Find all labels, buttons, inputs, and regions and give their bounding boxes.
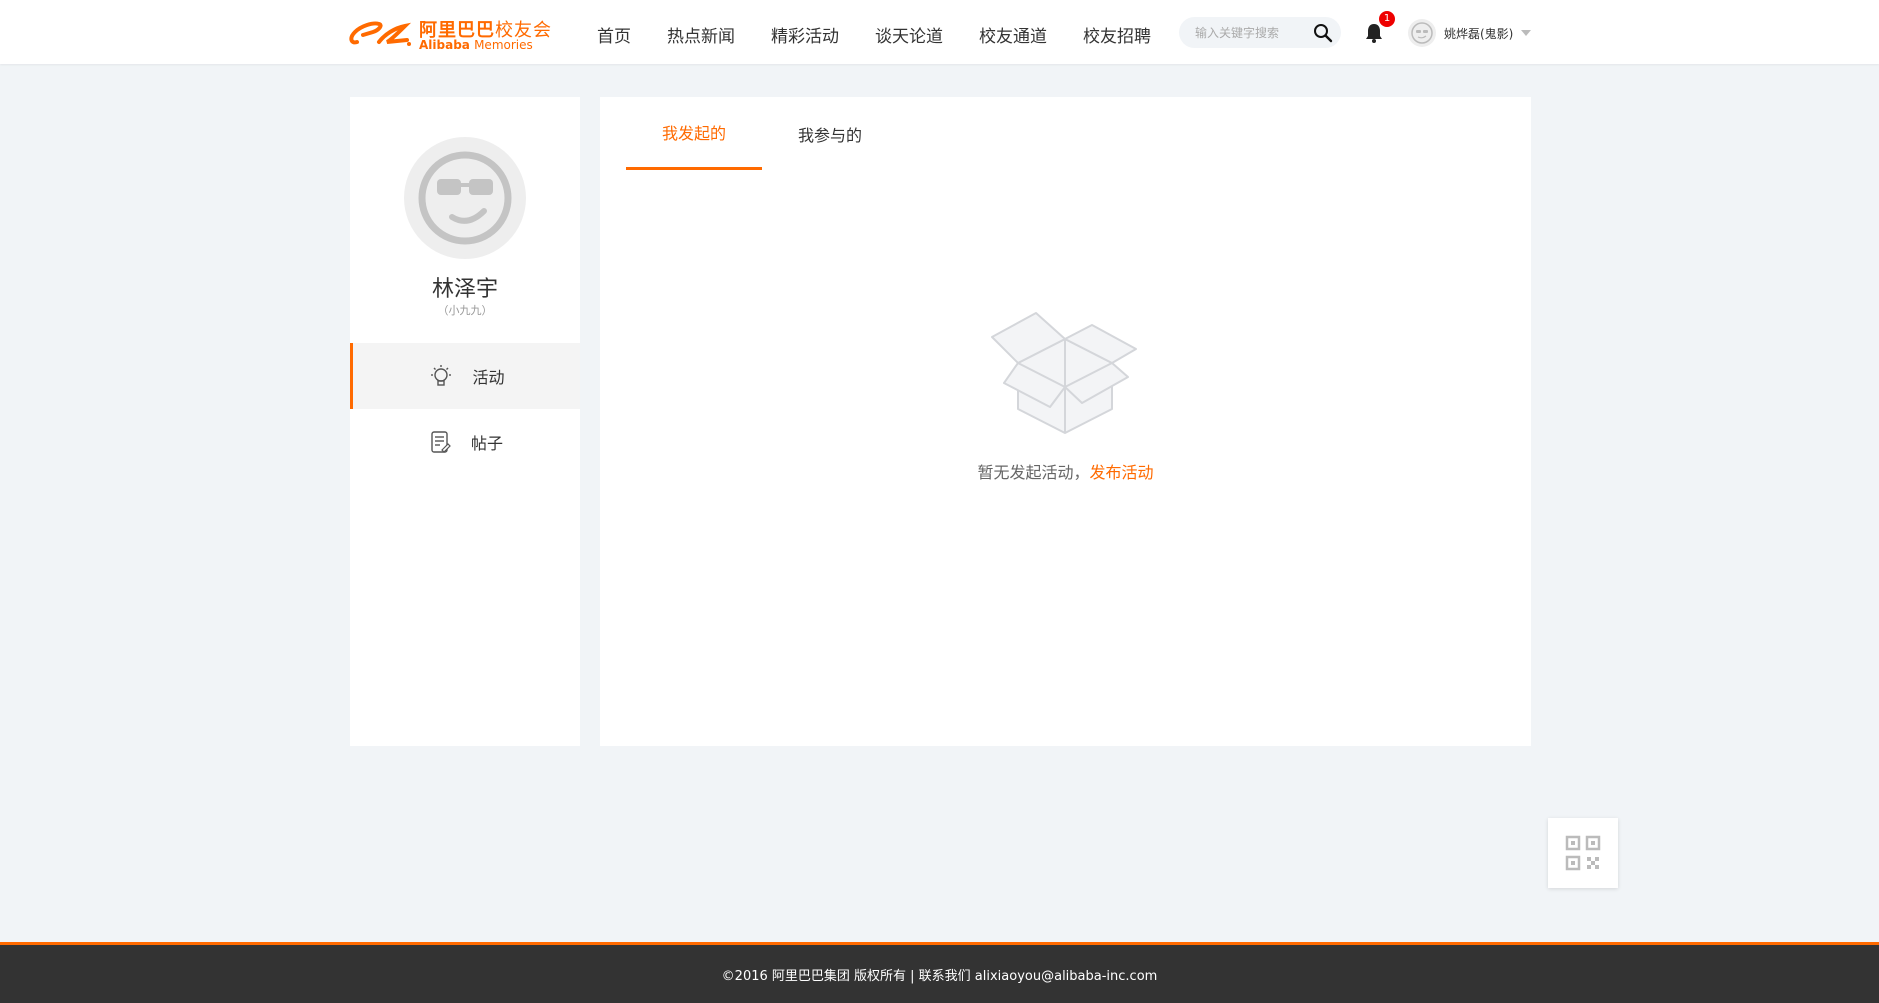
profile-nickname: （小九九） <box>437 304 493 317</box>
nav-hot-news[interactable]: 热点新闻 <box>667 22 735 47</box>
footer-copyright: ©2016 阿里巴巴集团 版权所有 | 联系我们 alixiaoyou@alib… <box>721 969 1158 984</box>
search-icon[interactable] <box>1313 23 1333 43</box>
sidebar-item-label: 活动 <box>472 368 505 387</box>
nav-alumni-recruit[interactable]: 校友招聘 <box>1083 22 1151 47</box>
main-content: 我发起的 我参与的 暂无发起活动，发布活动 <box>600 97 1531 746</box>
search-input[interactable] <box>1195 24 1305 42</box>
activity-tabs: 我发起的 我参与的 <box>626 97 898 170</box>
user-avatar <box>1408 19 1436 47</box>
alibaba-memories-logo[interactable]: 阿里巴巴校友会 Alibaba Memories <box>349 14 551 54</box>
qr-code-button[interactable] <box>1548 818 1618 888</box>
nav-alumni-channel[interactable]: 校友通道 <box>979 22 1047 47</box>
search-box <box>1179 17 1341 48</box>
logo-english-text: Alibaba Memories <box>419 38 533 52</box>
top-header: 阿里巴巴校友会 Alibaba Memories 首页 热点新闻 精彩活动 谈天… <box>0 0 1879 64</box>
tab-participated[interactable]: 我参与的 <box>762 97 898 170</box>
lightbulb-icon <box>431 365 452 386</box>
page-footer: ©2016 阿里巴巴集团 版权所有 | 联系我们 alixiaoyou@alib… <box>0 942 1879 1003</box>
sidebar-item-label: 帖子 <box>470 434 503 453</box>
main-nav: 首页 热点新闻 精彩活动 谈天论道 校友通道 校友招聘 <box>597 22 1187 47</box>
user-name: 姚烨磊(鬼影) <box>1444 26 1514 41</box>
chevron-down-icon <box>1521 30 1532 36</box>
user-menu[interactable]: 姚烨磊(鬼影) <box>1408 18 1532 48</box>
empty-state-text: 暂无发起活动， <box>977 463 1090 482</box>
nav-activities[interactable]: 精彩活动 <box>771 22 839 47</box>
sidebar-item-posts[interactable]: 帖子 <box>350 409 580 475</box>
profile-avatar <box>404 137 526 259</box>
tab-initiated[interactable]: 我发起的 <box>626 97 762 170</box>
empty-state-message: 暂无发起活动，发布活动 <box>600 459 1531 483</box>
alibaba-logo-icon <box>349 21 412 46</box>
notification-badge: 1 <box>1379 11 1395 27</box>
publish-activity-link[interactable]: 发布活动 <box>1090 463 1154 482</box>
nav-discussion[interactable]: 谈天论道 <box>875 22 943 47</box>
profile-name: 林泽宇 <box>431 277 498 302</box>
sidebar-item-activities[interactable]: 活动 <box>350 343 580 409</box>
empty-box-icon <box>991 312 1137 434</box>
nav-home[interactable]: 首页 <box>597 22 631 47</box>
qr-code-icon <box>1565 835 1601 871</box>
profile-sidebar: 林泽宇 （小九九） 活动 帖子 <box>350 97 580 746</box>
document-icon <box>431 431 451 453</box>
